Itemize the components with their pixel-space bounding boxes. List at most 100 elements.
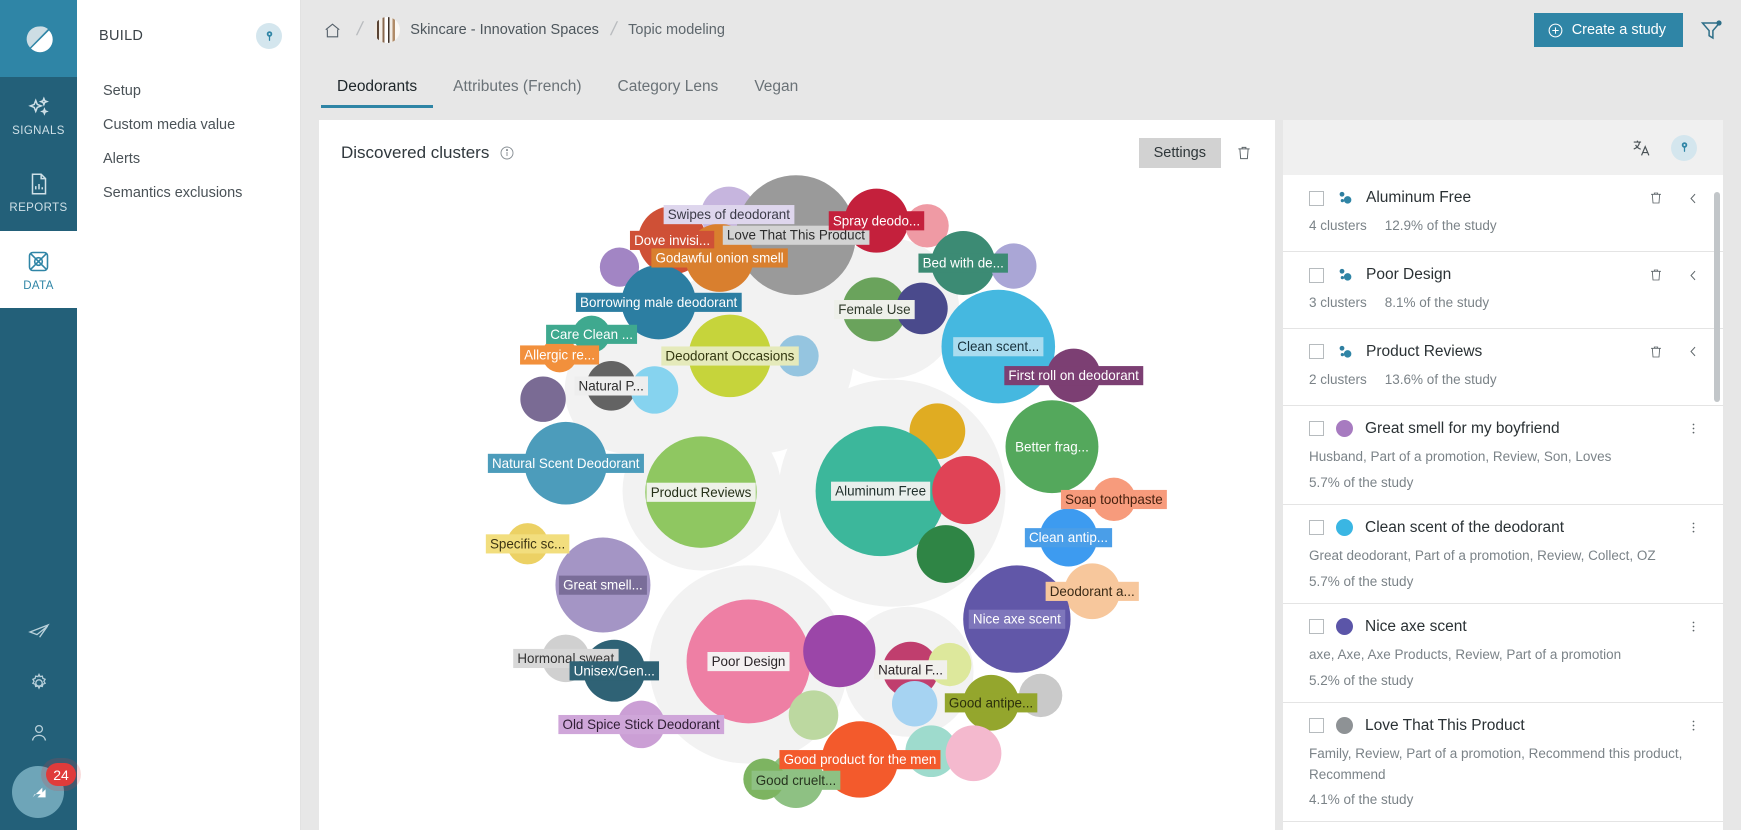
list-item-actions [1648,267,1701,283]
sparkle-icon [27,96,49,116]
build-item-alerts[interactable]: Alerts [77,142,300,176]
cluster-bubble-label: Good cruelt... [751,770,841,790]
cluster-bubble-label: Great smell... [558,575,647,595]
create-study-button[interactable]: Create a study [1533,13,1683,47]
svg-text:Deodorant a...: Deodorant a... [1050,584,1135,599]
build-item-custom-media-value[interactable]: Custom media value [77,108,300,142]
cluster-keywords: Family, Review, Part of a promotion, Rec… [1309,745,1683,782]
list-item[interactable]: Nice axe scent axe, Axe, Axe Products, R… [1283,604,1723,703]
delete-cluster-button[interactable] [1648,190,1664,206]
breadcrumb-study-link[interactable]: Skincare - Innovation Spaces [410,22,599,38]
list-item-actions [1686,718,1701,733]
cluster-bubble-label: First roll on deodorant [1004,366,1144,386]
list-item[interactable]: Clean scent of the deodorant Great deodo… [1283,505,1723,604]
list-item[interactable]: Great smell for my boyfriend Husband, Pa… [1283,406,1723,505]
tab-category-lens[interactable]: Category Lens [600,78,737,108]
tab-deodorants[interactable]: Deodorants [319,78,435,108]
cluster-bubble[interactable] [788,690,839,740]
delete-cluster-button[interactable] [1648,267,1664,283]
cluster-bubble-label: Natural F... [874,660,948,680]
gear-icon[interactable] [0,658,77,708]
build-item-setup[interactable]: Setup [77,74,300,108]
collapse-group-button[interactable] [1686,191,1701,206]
cluster-share: 5.7% of the study [1309,474,1414,490]
trash-icon[interactable] [1235,144,1253,162]
send-paper-plane-icon[interactable] [0,608,77,658]
cluster-count: 4 clusters [1309,218,1367,234]
list-item-row: Aluminum Free [1309,189,1701,207]
collapse-group-button[interactable] [1686,268,1701,283]
settings-button[interactable]: Settings [1138,138,1221,168]
cluster-name: Clean scent of the deodorant [1365,518,1565,536]
cluster-checkbox[interactable] [1309,267,1324,283]
sidebar-item-data[interactable]: DATA [0,231,77,308]
clusters-list-scrollbar[interactable] [1714,192,1720,402]
bubble-chart-svg[interactable]: Swipes of deodorantLove That This Produc… [319,168,1275,808]
chevron-left-icon [1690,193,1696,203]
cluster-checkbox[interactable] [1309,718,1324,734]
sidebar-item-reports[interactable]: REPORTS [0,154,77,231]
cluster-checkbox[interactable] [1309,190,1324,206]
app-logo[interactable] [0,0,77,77]
cluster-name: Product Reviews [1366,342,1483,360]
cluster-group-icon [1339,268,1352,281]
list-item-subtitle: 3 clusters 8.1% of the study [1309,293,1701,314]
cluster-count: 2 clusters [1309,371,1367,387]
list-item-row: Great smell for my boyfriend [1309,420,1701,438]
svg-text:Borrowing male deodorant: Borrowing male deodorant [580,295,738,310]
cluster-bubble[interactable] [520,376,566,422]
cluster-bubble[interactable] [803,614,876,688]
list-item-subtitle: Family, Review, Part of a promotion, Rec… [1309,744,1701,786]
list-item[interactable]: Aluminum Free 4 clusters 12.9% of the stu… [1283,175,1723,252]
breadcrumb-separator: / [354,19,365,40]
cluster-checkbox[interactable] [1309,619,1324,635]
cluster-options-button[interactable] [1686,421,1701,436]
translate-icon[interactable] [1631,137,1653,159]
pin-icon[interactable] [256,23,282,49]
list-item[interactable]: Natural Scent Deodorant Dry, Kept, Keeps… [1283,822,1723,830]
page-title: Discovered clusters [341,143,490,162]
cluster-bubble[interactable] [932,456,1001,525]
home-icon[interactable] [319,17,345,43]
list-item[interactable]: Product Reviews 2 clusters 13.6% of the s… [1283,329,1723,406]
list-item-row: Poor Design [1309,266,1701,284]
cluster-bubble[interactable] [945,725,1002,782]
cluster-options-button[interactable] [1686,619,1701,634]
cluster-checkbox[interactable] [1309,520,1324,536]
filter-icon[interactable] [1699,18,1723,42]
list-item-subtitle: 4 clusters 12.9% of the study [1309,216,1701,237]
cluster-options-button[interactable] [1686,718,1701,733]
build-item-semantics-exclusions[interactable]: Semantics exclusions [77,176,300,210]
delete-cluster-button[interactable] [1648,344,1664,360]
svg-text:Godawful onion smell: Godawful onion smell [655,250,783,265]
cluster-bubble-label: Godawful onion smell [651,248,788,268]
tab-vegan[interactable]: Vegan [736,78,816,108]
cluster-share: 5.7% of the study [1309,573,1414,589]
cluster-checkbox[interactable] [1309,421,1324,437]
info-icon[interactable] [499,145,515,161]
clusters-list[interactable]: Aluminum Free 4 clusters 12.9% of the stu… [1283,175,1723,830]
user-icon[interactable] [0,708,77,758]
cluster-options-button[interactable] [1686,520,1701,535]
cluster-bubble[interactable] [916,525,975,583]
card-header-actions: Settings [1138,138,1253,168]
notification-count-badge[interactable]: 24 [46,763,76,786]
pin-icon[interactable] [1671,134,1697,161]
list-item[interactable]: Poor Design 3 clusters 8.1% of the study [1283,252,1723,329]
breadcrumb-current[interactable]: Topic modeling [628,22,725,38]
cluster-keywords: axe, Axe, Axe Products, Review, Part of … [1309,646,1622,662]
bubble-chart[interactable]: Swipes of deodorant Love That This Produc… [319,168,1275,808]
cluster-checkbox[interactable] [1309,344,1324,360]
cluster-bubble-label: Good antipe... [944,693,1038,713]
svg-text:Clean antip...: Clean antip... [1029,530,1108,545]
list-item[interactable]: Love That This Product Family, Review, P… [1283,703,1723,823]
sidebar-item-signals[interactable]: SIGNALS [0,77,77,154]
cluster-bubble-label: Deodorant a... [1045,581,1139,601]
list-item-row: Product Reviews [1309,343,1701,361]
main-region: / Skincare - Innovation Spaces / Topic m… [301,0,1741,830]
list-item-subtitle: 2 clusters 13.6% of the study [1309,370,1701,391]
svg-text:Deodorant Occasions: Deodorant Occasions [665,349,794,364]
tab-attributes-french[interactable]: Attributes (French) [435,78,599,108]
cluster-bubble[interactable] [891,681,938,727]
collapse-group-button[interactable] [1686,344,1701,359]
